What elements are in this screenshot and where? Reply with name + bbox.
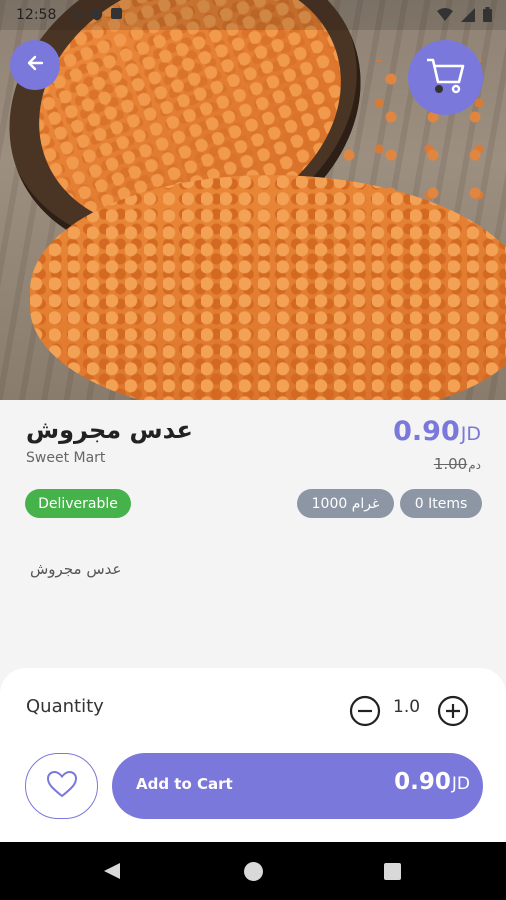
battery-icon [483, 7, 492, 26]
status-time: 12:58 [16, 7, 57, 23]
product-info: عدس مجروش Sweet Mart 0.90 JD 1.00 دم Deliv… [0, 400, 506, 690]
system-nav-bar [0, 842, 506, 900]
wifi-icon [437, 8, 453, 25]
shopping-cart-icon [425, 56, 467, 100]
sd-card-icon [111, 8, 122, 19]
signal-icon [461, 7, 475, 26]
cart-sheet: Quantity 1.0 Add to Cart 0.90 JD [0, 668, 506, 842]
minus-circle-icon [349, 695, 381, 731]
plus-circle-icon [437, 695, 469, 731]
back-button[interactable] [10, 40, 60, 90]
status-bar: 12:58 [0, 0, 506, 30]
nav-home-icon[interactable] [244, 862, 263, 881]
price-value: 0.90 [393, 416, 460, 447]
product-price: 0.90 JD [393, 416, 481, 447]
total-price-value: 0.90 [394, 769, 451, 795]
items-badge: 0 Items [400, 489, 482, 518]
old-price-value: 1.00 [433, 455, 468, 473]
quantity-increase-button[interactable] [437, 695, 469, 727]
old-price-currency: دم [468, 458, 481, 472]
product-description: عدس مجروش [30, 560, 122, 578]
cart-button[interactable] [408, 40, 483, 115]
store-name: Sweet Mart [26, 450, 106, 466]
quantity-label: Quantity [26, 696, 104, 717]
price-currency: JD [460, 423, 481, 445]
weight-badge: غرام 1000 [297, 489, 394, 518]
nav-recent-apps-icon[interactable] [384, 863, 401, 880]
add-to-cart-button[interactable]: Add to Cart 0.90 JD [112, 753, 483, 819]
add-to-cart-price: 0.90 JD [394, 769, 470, 795]
add-to-cart-label: Add to Cart [136, 775, 233, 793]
total-price-currency: JD [451, 774, 470, 794]
shield-icon [91, 8, 103, 25]
quantity-value: 1.0 [393, 697, 421, 717]
deliverable-badge: Deliverable [25, 489, 131, 518]
old-price: 1.00 دم [434, 455, 481, 473]
heart-outline-icon [46, 770, 78, 802]
arrow-left-icon [25, 53, 45, 77]
nav-back-icon[interactable] [102, 861, 122, 885]
lentils-spill [30, 175, 506, 400]
favorite-button[interactable] [25, 753, 98, 819]
quantity-decrease-button[interactable] [349, 695, 381, 727]
gear-icon [70, 8, 83, 25]
product-name: عدس مجروش [26, 416, 193, 444]
